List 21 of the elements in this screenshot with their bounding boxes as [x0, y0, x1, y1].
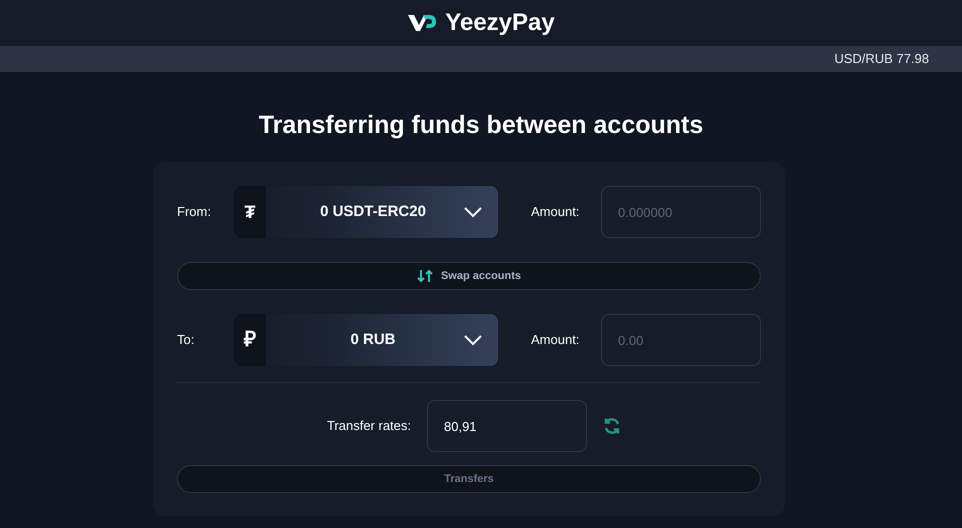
page-title: Transferring funds between accounts	[258, 110, 704, 141]
brand-name: YeezyPay	[445, 8, 555, 38]
logo-icon	[407, 12, 438, 34]
chevron-down-icon	[464, 206, 482, 218]
swap-button[interactable]: Swap accounts	[177, 262, 761, 290]
account-select[interactable]: ₮ 0 USDT-ERC20	[234, 186, 498, 238]
chevron-down-icon	[464, 334, 482, 346]
exchange-rate: USD/RUB 77.98	[834, 50, 929, 68]
currency-symbol: ₽	[234, 314, 266, 366]
swap-arrows-icon	[416, 269, 433, 283]
currency-symbol: ₮	[234, 186, 266, 238]
amount-label: Amount:	[531, 203, 580, 222]
amount-field[interactable]: 0.000000	[601, 186, 761, 238]
refresh-icon[interactable]	[603, 417, 621, 435]
amount-label: Amount:	[531, 331, 580, 350]
account-label: From:	[177, 203, 212, 222]
rate-field[interactable]: 80,91	[427, 400, 587, 452]
account-select[interactable]: ₽ 0 RUB	[234, 314, 498, 366]
account-label: To:	[177, 331, 196, 350]
amount-field[interactable]: 0.00	[601, 314, 761, 366]
rate-label: Transfer rates:	[326, 417, 411, 436]
